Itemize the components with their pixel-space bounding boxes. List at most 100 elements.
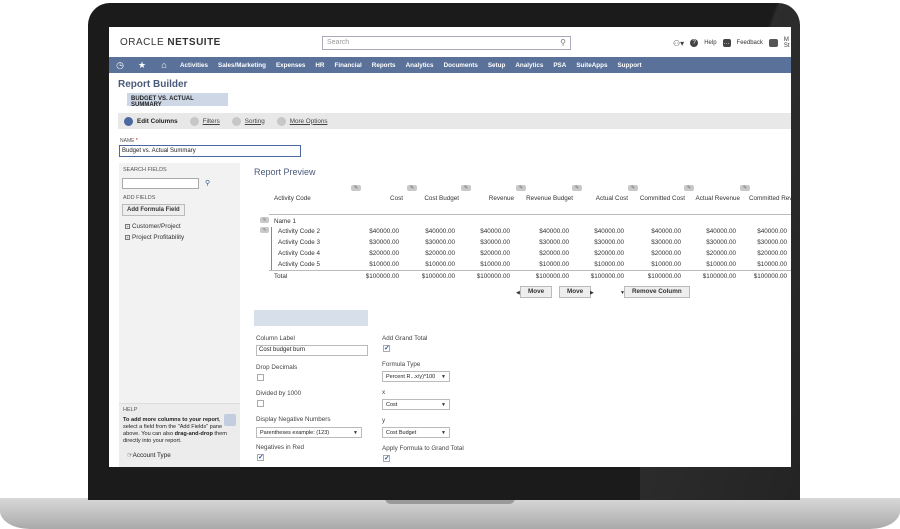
column-header-activity-code[interactable]: Activity Code	[274, 195, 311, 202]
table-cell: $30000.00	[425, 239, 455, 246]
table-cell: $30000.00	[651, 239, 681, 246]
nav-analytics[interactable]: Analytics	[406, 62, 434, 69]
nav-suiteapps[interactable]: SuiteApps	[576, 62, 607, 69]
favorites-star-icon[interactable]: ★	[131, 60, 153, 71]
recent-icon[interactable]: ◷	[109, 60, 131, 71]
column-header-cost-budget[interactable]: Cost Budget	[405, 195, 459, 202]
negatives-in-red-label: Negatives in Red	[256, 444, 304, 451]
x-select[interactable]: Cost ▼	[382, 399, 450, 410]
nav-expenses[interactable]: Expenses	[276, 62, 305, 69]
table-cell: $40000.00	[706, 228, 736, 235]
divided-by-1000-checkbox[interactable]	[257, 400, 264, 407]
tree-item-customer-project[interactable]: + Customer/Project	[125, 223, 181, 230]
step-filters[interactable]: Filters	[189, 116, 220, 126]
drop-decimals-checkbox[interactable]	[257, 374, 264, 381]
nav-financial[interactable]: Financial	[334, 62, 361, 69]
feedback-link[interactable]: Feedback	[737, 40, 763, 46]
recent-users-icon[interactable]: ⚇▾	[673, 39, 684, 48]
nav-activities[interactable]: Activities	[180, 62, 208, 69]
drop-decimals-label: Drop Decimals	[256, 364, 298, 371]
table-cell: $20000.00	[480, 250, 510, 257]
display-negative-select[interactable]: Parentheses example: (123) ▼	[256, 427, 362, 438]
row-grip-icon[interactable]: ✎	[260, 227, 269, 233]
table-cell: $10000.00	[369, 261, 399, 268]
column-edit-icon[interactable]: ✎	[516, 185, 526, 191]
home-icon[interactable]: ⌂	[153, 60, 175, 70]
main-nav: ◷ ★ ⌂ Activities Sales/Marketing Expense…	[109, 57, 791, 73]
user-menu-icon[interactable]	[768, 39, 778, 47]
row-label: Activity Code 5	[278, 261, 320, 268]
table-cell: $20000.00	[706, 250, 736, 257]
search-fields-input[interactable]	[122, 178, 199, 189]
table-cell: $30000.00	[369, 239, 399, 246]
nav-sales-marketing[interactable]: Sales/Marketing	[218, 62, 266, 69]
dragged-field-account-type[interactable]: ☞Account Type	[127, 452, 171, 459]
column-label-input[interactable]: Cost budget burn	[256, 345, 368, 356]
formula-type-select[interactable]: Percent R...x/y)*100 ▼	[382, 371, 450, 382]
move-right-button[interactable]: Move	[559, 286, 592, 298]
column-header-revenue[interactable]: Revenue	[460, 195, 514, 202]
divided-by-1000-label: Divided by 1000	[256, 390, 302, 397]
help-icon[interactable]: ?	[690, 39, 699, 47]
total-cell: $100000.00	[365, 273, 399, 280]
column-edit-icon[interactable]: ✎	[684, 185, 694, 191]
row-grip-icon[interactable]: ✎	[260, 217, 269, 223]
group-row-label: Name 1	[274, 218, 297, 225]
column-header-committed-cost[interactable]: Committed Cost	[627, 195, 685, 202]
report-preview-title: Report Preview	[254, 167, 316, 177]
nav-analytics-2[interactable]: Analytics	[515, 62, 543, 69]
move-left-button[interactable]: Move	[520, 286, 553, 298]
expand-icon[interactable]: +	[125, 234, 130, 240]
remove-column-button[interactable]: Remove Column	[624, 286, 690, 298]
step-sorting[interactable]: Sorting	[231, 116, 265, 126]
fields-panel: SEARCH FIELDS ⚲ ADD FIELDS Add Formula F…	[119, 163, 240, 467]
report-name-input[interactable]: Budget vs. Actual Summary	[119, 145, 301, 157]
column-header-committed-revenue[interactable]: Committed Revenu	[749, 195, 791, 202]
table-cell: $20000.00	[539, 250, 569, 257]
row-group-guide	[271, 227, 272, 271]
y-select[interactable]: Cost Budget ▼	[382, 427, 450, 438]
global-search-input[interactable]: Search ⚲	[322, 36, 571, 50]
column-edit-icon[interactable]: ✎	[628, 185, 638, 191]
column-edit-icon[interactable]: ✎	[351, 185, 361, 191]
name-label: NAME *	[120, 138, 138, 144]
chevron-down-icon: ▼	[441, 374, 446, 380]
column-edit-icon[interactable]: ✎	[572, 185, 582, 191]
table-cell: $10000.00	[539, 261, 569, 268]
add-formula-field-button[interactable]: Add Formula Field	[122, 204, 185, 216]
column-header-cost[interactable]: Cost	[349, 195, 403, 202]
chevron-down-icon: ▼	[353, 430, 358, 436]
column-header-actual-revenue[interactable]: Actual Revenue	[682, 195, 740, 202]
move-right-arrow-icon[interactable]: ▶	[590, 290, 594, 296]
nav-hr[interactable]: HR	[315, 62, 324, 69]
search-icon[interactable]: ⚲	[205, 179, 210, 187]
table-cell: $30000.00	[706, 239, 736, 246]
column-header-actual-cost[interactable]: Actual Cost	[572, 195, 628, 202]
step-edit-columns[interactable]: Edit Columns	[124, 116, 178, 126]
nav-psa[interactable]: PSA	[553, 62, 566, 69]
column-edit-icon[interactable]: ✎	[461, 185, 471, 191]
feedback-icon[interactable]: …	[722, 39, 731, 47]
nav-setup[interactable]: Setup	[488, 62, 506, 69]
expand-icon[interactable]: +	[125, 223, 130, 229]
nav-reports[interactable]: Reports	[372, 62, 396, 69]
nav-documents[interactable]: Documents	[444, 62, 478, 69]
column-edit-icon[interactable]: ✎	[407, 185, 417, 191]
search-icon[interactable]: ⚲	[560, 38, 566, 47]
add-grand-total-checkbox[interactable]: ✓	[383, 345, 390, 352]
apply-formula-checkbox[interactable]: ✓	[383, 455, 390, 462]
table-cell: $20000.00	[369, 250, 399, 257]
tree-item-project-profitability[interactable]: + Project Profitability	[125, 234, 184, 241]
nav-support[interactable]: Support	[617, 62, 641, 69]
column-header-revenue-budget[interactable]: Revenue Budget	[513, 195, 573, 202]
table-cell: $30000.00	[480, 239, 510, 246]
table-cell: $20000.00	[757, 250, 787, 257]
netsuite-logo[interactable]: ORACLE NETSUITE	[120, 37, 221, 48]
screen: ORACLE NETSUITE Search ⚲ ⚇▾ ? Help … Fee…	[109, 27, 791, 467]
user-name[interactable]: M St	[784, 37, 790, 49]
step-more-options[interactable]: More Options	[276, 116, 328, 126]
negatives-in-red-checkbox[interactable]: ✓	[257, 454, 264, 461]
table-cell: $40000.00	[480, 228, 510, 235]
help-link[interactable]: Help	[704, 40, 716, 46]
column-edit-icon[interactable]: ✎	[740, 185, 750, 191]
